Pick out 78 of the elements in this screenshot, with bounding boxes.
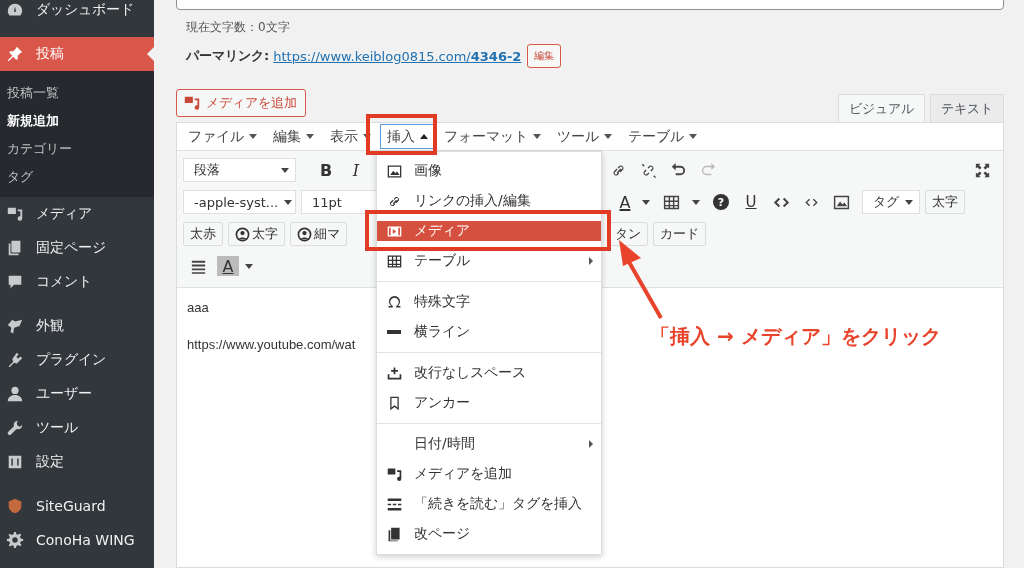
menu-option[interactable]: アンカー bbox=[377, 393, 601, 413]
highlight-button[interactable]: A bbox=[217, 256, 239, 276]
menu-option[interactable]: 改行なしスペース bbox=[377, 363, 601, 383]
submenu-arrow-icon bbox=[589, 440, 593, 448]
sidebar-item[interactable]: 固定ページ bbox=[0, 231, 154, 265]
tag-select[interactable]: タグ bbox=[862, 190, 920, 214]
style-button[interactable]: カード bbox=[653, 222, 706, 246]
menu-item[interactable]: ツール bbox=[550, 124, 619, 149]
brush-icon bbox=[6, 317, 24, 335]
bold-button[interactable]: B bbox=[311, 157, 341, 183]
submenu-item[interactable]: 投稿一覧 bbox=[0, 79, 154, 107]
style-button[interactable]: 太字 bbox=[228, 222, 285, 246]
sidebar-item[interactable]: プラグイン bbox=[0, 343, 154, 377]
menu-option[interactable]: メディア bbox=[377, 221, 601, 241]
character-count: 現在文字数：0文字 bbox=[186, 19, 291, 36]
sidebar-item[interactable]: ユーザー bbox=[0, 377, 154, 411]
style-button[interactable]: 太赤 bbox=[183, 222, 223, 246]
menu-item[interactable]: 表示 bbox=[323, 124, 378, 149]
paragraph: aaa bbox=[187, 300, 209, 315]
menu-option[interactable]: 特殊文字 bbox=[377, 292, 601, 312]
annotation-text: 「挿入 → メディア」をクリック bbox=[650, 323, 941, 350]
pages-icon bbox=[386, 525, 403, 543]
menu-option[interactable]: 横ライン bbox=[377, 322, 601, 342]
font-select[interactable]: -apple-syst... bbox=[183, 190, 296, 214]
bold-text-button[interactable]: 太字 bbox=[925, 190, 965, 214]
menu-option[interactable]: 「続きを読む」タグを挿入 bbox=[377, 494, 601, 514]
sidebar-item[interactable]: 外観 bbox=[0, 309, 154, 343]
permalink-link[interactable]: https://www.keiblog0815.com/4346-2 bbox=[273, 48, 522, 64]
caret-icon[interactable] bbox=[245, 263, 253, 269]
menu-item[interactable]: フォーマット bbox=[437, 124, 548, 149]
menu-item[interactable]: ファイル bbox=[181, 124, 264, 149]
menu-item[interactable]: 編集 bbox=[266, 124, 321, 149]
wrench-icon bbox=[6, 419, 24, 437]
sidebar-item[interactable]: ConoHa WING bbox=[0, 523, 154, 557]
gear-icon bbox=[6, 531, 24, 549]
sidebar-item[interactable]: メディア bbox=[0, 197, 154, 231]
dash-icon bbox=[386, 330, 402, 334]
menu-option[interactable]: 画像 bbox=[377, 161, 601, 181]
sidebar-item[interactable]: SiteGuard bbox=[0, 489, 154, 523]
help-button[interactable]: ? bbox=[706, 189, 736, 215]
submenu-item[interactable]: カテゴリー bbox=[0, 135, 154, 163]
style-button[interactable]: 細マ bbox=[290, 222, 347, 246]
menu-item[interactable]: 挿入 bbox=[380, 124, 435, 149]
permalink-label: パーマリンク: bbox=[186, 47, 270, 65]
italic-button[interactable]: I bbox=[341, 157, 371, 183]
sidebar-item[interactable]: 投稿 bbox=[0, 37, 154, 71]
add-media-button[interactable]: メディアを追加 bbox=[176, 89, 306, 117]
omega-icon bbox=[386, 293, 403, 311]
plug-icon bbox=[6, 351, 24, 369]
shield-icon bbox=[6, 497, 24, 515]
editor-tab[interactable]: テキスト bbox=[930, 94, 1004, 122]
sidebar-item[interactable]: ダッシュボード bbox=[0, 0, 154, 27]
editor-tab[interactable]: ビジュアル bbox=[838, 94, 925, 122]
underline-button[interactable]: U bbox=[736, 189, 766, 215]
pin-icon bbox=[6, 45, 24, 63]
edit-button[interactable]: 編集 bbox=[527, 44, 562, 68]
sidebar-item[interactable]: 設定 bbox=[0, 445, 154, 479]
media-icon bbox=[183, 94, 201, 112]
menu-option[interactable]: テーブル bbox=[377, 251, 601, 271]
person-icon bbox=[235, 226, 250, 242]
sidebar-item[interactable]: ツール bbox=[0, 411, 154, 445]
menu-item[interactable]: テーブル bbox=[621, 124, 704, 149]
format-select[interactable]: 段落 bbox=[183, 158, 296, 182]
caret-icon[interactable] bbox=[692, 199, 700, 205]
text-color-button[interactable]: A bbox=[614, 189, 636, 215]
sidebar-item[interactable]: コメント bbox=[0, 265, 154, 299]
media-icon bbox=[6, 205, 24, 223]
submenu-arrow-icon bbox=[589, 257, 593, 265]
person-icon bbox=[6, 385, 24, 403]
person-icon bbox=[297, 226, 312, 242]
menu-option[interactable]: 日付/時間 bbox=[377, 434, 601, 454]
menu-option[interactable]: メディアを追加 bbox=[377, 464, 601, 484]
paragraph: https://www.youtube.com/wat bbox=[187, 337, 356, 352]
menu-option[interactable]: 改ページ bbox=[377, 524, 601, 544]
sliders-icon bbox=[6, 453, 24, 471]
caret-icon[interactable] bbox=[642, 199, 650, 205]
submenu-item[interactable]: タグ bbox=[0, 163, 154, 191]
submenu-item[interactable]: 新規追加 bbox=[0, 107, 154, 135]
